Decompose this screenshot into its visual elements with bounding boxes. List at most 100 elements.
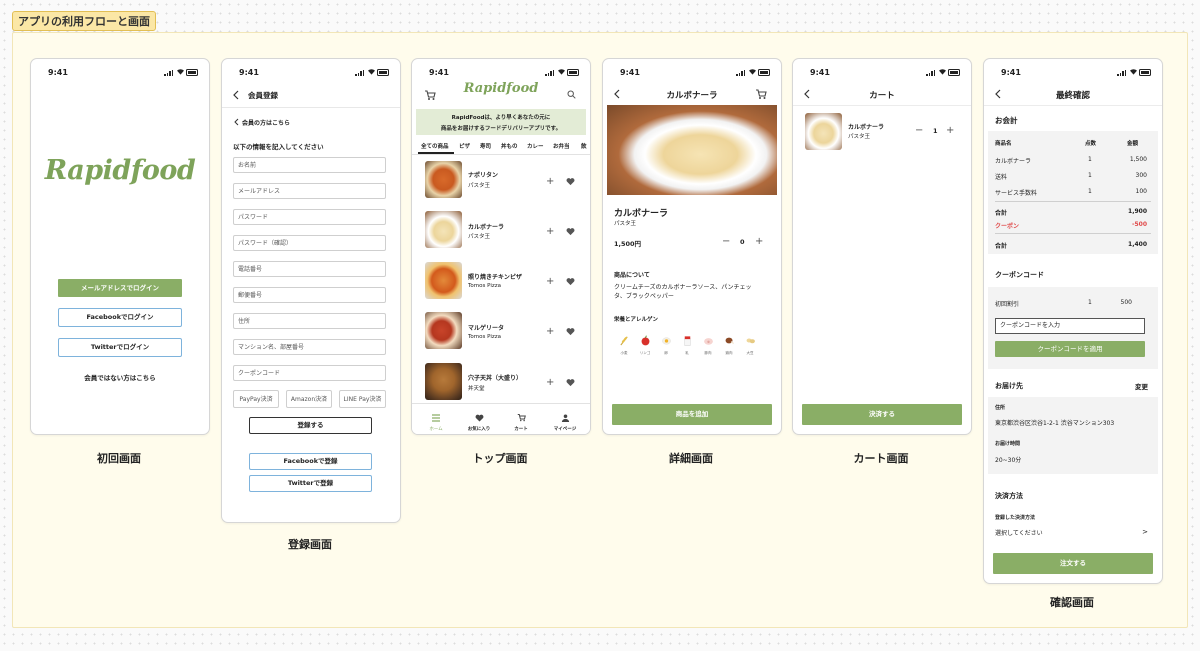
detail-navbar: カルボナーラ — [603, 87, 781, 105]
add-item-button[interactable]: + — [546, 227, 554, 237]
category-tabs: 全ての商品 ピザ 寿司 丼もの カレー お弁当 飲 — [412, 139, 590, 155]
coupon-label: クーポン — [995, 223, 1020, 230]
payment-select[interactable]: 選択してください — [995, 528, 1043, 537]
coupon-code-field[interactable]: クーポンコード — [233, 365, 386, 381]
apply-coupon-button[interactable]: クーポンコードを適用 — [995, 341, 1145, 357]
list-item[interactable]: ナポリタン パスタ王 — [412, 157, 590, 207]
register-navbar: 会員登録 — [222, 87, 400, 108]
form-instruction: 以下の情報を記入してください — [233, 143, 324, 151]
col-header-amount: 金額 — [1127, 141, 1139, 147]
payment-heading: 決済方法 — [995, 492, 1023, 500]
tab-drinks[interactable]: 飲 — [581, 142, 587, 150]
time-label: お届け時間 — [995, 441, 1021, 447]
tab-cart[interactable]: カート — [506, 407, 536, 432]
row-amount: 300 — [1135, 172, 1147, 179]
heart-icon[interactable] — [566, 277, 575, 286]
quantity-value: 0 — [740, 238, 745, 246]
total-label: 合計 — [995, 243, 1008, 250]
divider — [995, 201, 1151, 202]
paypay-option[interactable]: PayPay決済 — [233, 390, 279, 408]
signal-icon — [355, 70, 364, 76]
list-item[interactable]: 照り焼きチキンピザ Tomos Pizza — [412, 257, 590, 307]
increase-quantity-button[interactable]: + — [755, 237, 763, 247]
add-item-button[interactable]: + — [546, 327, 554, 337]
address-field[interactable]: 住所 — [233, 313, 386, 329]
password-field[interactable]: パスワード — [233, 209, 386, 225]
cart-icon — [517, 414, 526, 422]
amazon-pay-option[interactable]: Amazon決済 — [286, 390, 332, 408]
search-icon[interactable] — [567, 90, 576, 99]
allergen-label: リンゴ — [639, 351, 651, 355]
status-time: 9:41 — [1001, 68, 1021, 77]
chevron-right-icon[interactable]: > — [1142, 528, 1148, 536]
status-bar: 9:41 — [603, 59, 781, 87]
add-item-button[interactable]: + — [546, 277, 554, 287]
wifi-icon — [1130, 69, 1137, 75]
wifi-icon — [368, 69, 375, 75]
facebook-register-button[interactable]: Facebookで登録 — [249, 453, 372, 470]
checkout-button[interactable]: 決済する — [802, 404, 962, 425]
decrease-quantity-button[interactable]: − — [915, 126, 923, 136]
allergen-label: 大豆 — [746, 351, 754, 355]
row-name: 送料 — [995, 174, 1008, 181]
list-item[interactable]: カルボナーラ パスタ王 — [412, 207, 590, 257]
cart-item-shop: パスタ王 — [848, 134, 871, 140]
heart-icon[interactable] — [566, 177, 575, 186]
tab-mypage[interactable]: マイページ — [548, 407, 582, 432]
list-item[interactable]: マルゲリータ Tomos Pizza — [412, 307, 590, 357]
name-field[interactable]: お名前 — [233, 157, 386, 173]
tab-all[interactable]: 全ての商品 — [421, 142, 449, 150]
add-product-button[interactable]: 商品を追加 — [612, 404, 772, 425]
tab-donburi[interactable]: 丼もの — [501, 142, 518, 150]
tab-home[interactable]: ホーム — [420, 407, 452, 432]
status-time: 9:41 — [239, 68, 259, 77]
increase-quantity-button[interactable]: + — [946, 126, 954, 136]
cart-icon[interactable] — [755, 88, 767, 100]
heart-icon[interactable] — [566, 378, 575, 387]
back-icon[interactable] — [232, 90, 240, 100]
tab-label: お気に入り — [467, 427, 491, 432]
allergen-label: 小麦 — [620, 351, 628, 355]
battery-icon — [567, 69, 579, 76]
tab-favorites[interactable]: お気に入り — [462, 407, 496, 432]
total-value: 1,400 — [1128, 241, 1147, 248]
add-item-button[interactable]: + — [546, 378, 554, 388]
signal-icon — [164, 70, 173, 76]
heart-icon[interactable] — [566, 327, 575, 336]
about-heading: 商品について — [614, 272, 650, 279]
napolitan-image — [425, 161, 462, 198]
phone-field[interactable]: 電話番号 — [233, 261, 386, 277]
tab-pizza[interactable]: ピザ — [459, 142, 470, 150]
line-pay-option[interactable]: LINE Pay決済 — [339, 390, 386, 408]
app-logo: Rapidfood — [463, 81, 539, 96]
email-field[interactable]: メールアドレス — [233, 183, 386, 199]
battery-icon — [948, 69, 960, 76]
heart-icon[interactable] — [566, 227, 575, 236]
postal-code-field[interactable]: 郵便番号 — [233, 287, 386, 303]
tab-sushi[interactable]: 寿司 — [480, 142, 491, 150]
status-icons — [926, 68, 960, 76]
cart-item-name: カルボナーラ — [848, 124, 885, 131]
change-address-link[interactable]: 変更 — [1135, 381, 1148, 391]
password-confirm-field[interactable]: パスワード（確認） — [233, 235, 386, 251]
tab-bento[interactable]: お弁当 — [553, 142, 570, 150]
non-member-link[interactable]: 会員ではない方はこちら — [31, 372, 209, 382]
facebook-login-button[interactable]: Facebookでログイン — [58, 308, 182, 327]
email-login-button[interactable]: メールアドレスでログイン — [58, 279, 182, 297]
signal-icon — [1117, 70, 1126, 76]
member-link[interactable]: 会員の方はこちら — [242, 118, 290, 127]
decrease-quantity-button[interactable]: − — [722, 237, 730, 247]
building-field[interactable]: マンション名、部屋番号 — [233, 339, 386, 355]
list-item[interactable]: 穴子天丼（大盛り） 丼天堂 — [412, 357, 590, 405]
register-button[interactable]: 登録する — [249, 417, 372, 434]
coupon-code-input[interactable]: クーポンコードを入力 — [995, 318, 1145, 334]
twitter-login-button[interactable]: Twitterでログイン — [58, 338, 182, 357]
twitter-register-button[interactable]: Twitterで登録 — [249, 475, 372, 492]
add-item-button[interactable]: + — [546, 177, 554, 187]
item-shop: パスタ王 — [468, 183, 491, 189]
status-icons — [355, 68, 389, 76]
caption-cart: カート画面 — [853, 452, 909, 465]
wifi-icon — [749, 69, 756, 75]
tab-curry[interactable]: カレー — [527, 142, 544, 150]
place-order-button[interactable]: 注文する — [993, 553, 1153, 574]
